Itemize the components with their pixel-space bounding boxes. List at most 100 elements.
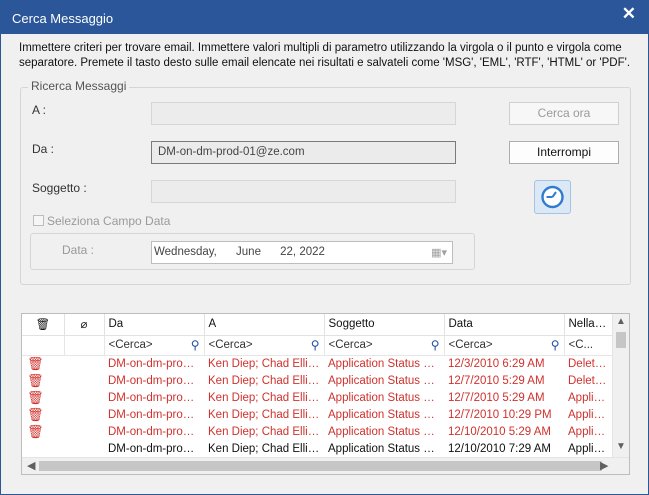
filter-from[interactable]: <Cerca> ⚲ — [104, 335, 205, 356]
date-label: Data : — [62, 243, 95, 257]
cell-to: Ken Diep; Chad Elliso... — [208, 357, 324, 370]
filter-placeholder: <Cerca> — [328, 339, 373, 351]
cell-subject: Application Status Pro... — [328, 425, 444, 438]
cell-date: 12/10/2010 5:29 AM — [448, 425, 551, 438]
subject-field[interactable] — [151, 180, 456, 203]
from-field[interactable]: DM-on-dm-prod-01@ze.com — [151, 141, 456, 164]
results-table: 🗑 ⌀ Da A Soggetto Data Nella Cartella <C… — [22, 314, 613, 457]
cell-date: 12/7/2010 10:29 PM — [448, 408, 552, 421]
filter-cell-empty — [22, 335, 65, 356]
delete-icon[interactable]: 🗑 — [27, 356, 44, 371]
cell-folder: Applicatio — [568, 442, 612, 455]
instructions-text: Immettere criteri per trovare email. Imm… — [19, 42, 631, 69]
scroll-thumb[interactable] — [39, 461, 602, 471]
filter-folder[interactable]: <C... — [564, 335, 613, 356]
attachment-cell — [64, 355, 104, 372]
clock-icon — [541, 185, 564, 209]
filter-subject[interactable]: <Cerca> ⚲ — [324, 335, 445, 356]
filter-date[interactable]: <Cerca> ⚲ — [444, 335, 565, 356]
cell-to: Ken Diep; Chad Elliso... — [208, 425, 324, 438]
column-header-folder[interactable]: Nella Cartella — [564, 314, 613, 336]
attachment-cell — [64, 423, 104, 440]
title-bar: Cerca Messaggio ✕ — [1, 1, 648, 34]
delete-cell: 🗑 — [22, 406, 64, 423]
table-row[interactable]: 🗑 DM-on-dm-prod-0... Ken Diep; Chad Elliso… — [22, 406, 612, 423]
attachment-column-header[interactable]: ⌀ — [64, 314, 105, 336]
delete-icon[interactable]: 🗑 — [27, 390, 44, 405]
scroll-left-icon[interactable]: ◀ — [27, 459, 35, 472]
delete-cell: 🗑 — [22, 423, 64, 440]
delete-column-header[interactable]: 🗑 — [22, 314, 65, 336]
scroll-thumb[interactable] — [616, 332, 626, 348]
table-row[interactable]: 🗑 DM-on-dm-prod-0... Ken Diep; Chad Elliso… — [22, 372, 612, 389]
filter-placeholder: <Cerca> — [108, 339, 153, 351]
filter-placeholder: <C... — [568, 339, 594, 351]
trash-icon: 🗑 — [35, 319, 51, 332]
cell-from: DM-on-dm-prod-0... — [108, 374, 204, 387]
search-icon[interactable]: ⚲ — [431, 338, 440, 352]
cell-from: DM-on-dm-prod-0... — [108, 442, 204, 455]
column-header-from[interactable]: Da — [104, 314, 205, 336]
date-field-checkbox[interactable]: Seleziona Campo Data — [33, 214, 170, 228]
from-label: Da : — [32, 142, 55, 156]
cell-to: Ken Diep; Chad Elliso... — [208, 391, 324, 404]
results-grid: 🗑 ⌀ Da A Soggetto Data Nella Cartella <C… — [21, 313, 630, 475]
cell-from: DM-on-dm-prod-0... — [108, 391, 204, 404]
cell-subject: Application Status Pro... — [328, 391, 444, 404]
date-picker[interactable]: Wednesday, June 22, 2022 ▦▾ — [151, 241, 453, 264]
search-icon[interactable]: ⚲ — [551, 338, 560, 352]
delete-icon[interactable]: 🗑 — [27, 373, 44, 388]
cell-subject: Application Status Pro... — [328, 357, 444, 370]
column-header-date[interactable]: Data — [444, 314, 565, 336]
cell-from: DM-on-dm-prod-0... — [108, 357, 204, 370]
column-header-to[interactable]: A — [204, 314, 325, 336]
cell-folder: Deleted It — [568, 357, 612, 370]
search-now-button[interactable]: Cerca ora — [509, 102, 619, 125]
cell-subject: Application Status Pro... — [328, 408, 444, 421]
search-group-label: Ricerca Messaggi — [28, 79, 130, 93]
scroll-right-icon[interactable]: ▶ — [600, 459, 608, 472]
search-icon[interactable]: ⚲ — [311, 338, 320, 352]
cell-to: Ken Diep; Chad Elliso... — [208, 408, 324, 421]
delete-icon[interactable]: 🗑 — [27, 424, 44, 439]
table-row[interactable]: 🗑 DM-on-dm-prod-0... Ken Diep; Chad Elliso… — [22, 423, 612, 440]
cell-subject: Application Status Pro... — [328, 374, 444, 387]
filter-placeholder: <Cerca> — [448, 339, 493, 351]
cell-to: Ken Diep; Chad Elliso... — [208, 442, 324, 455]
vertical-scrollbar[interactable]: ▲ ▼ — [612, 314, 629, 458]
checkbox-box[interactable] — [33, 215, 44, 226]
delete-cell: 🗑 — [22, 355, 64, 372]
stop-button[interactable]: Interrompi — [509, 141, 619, 164]
scroll-down-icon[interactable]: ▼ — [616, 441, 626, 452]
to-field[interactable] — [151, 102, 456, 125]
date-checkbox-label: Seleziona Campo Data — [47, 214, 171, 228]
filter-to[interactable]: <Cerca> ⚲ — [204, 335, 325, 356]
delete-cell — [22, 440, 64, 457]
column-header-subject[interactable]: Soggetto — [324, 314, 445, 336]
table-row[interactable]: DM-on-dm-prod-0... Ken Diep; Chad Elliso.… — [22, 440, 612, 457]
subject-label: Soggetto : — [32, 181, 87, 195]
attachment-cell — [64, 406, 104, 423]
delete-icon[interactable]: 🗑 — [27, 407, 44, 422]
cell-folder: Applicatio — [568, 408, 612, 421]
scroll-up-icon[interactable]: ▲ — [616, 316, 626, 327]
close-icon[interactable]: ✕ — [622, 4, 636, 24]
horizontal-scrollbar[interactable]: ◀ ▶ — [22, 457, 629, 474]
date-value: Wednesday, June 22, 2022 — [154, 246, 325, 258]
search-message-dialog: Cerca Messaggio ✕ Immettere criteri per … — [0, 0, 649, 495]
cell-date: 12/7/2010 5:29 AM — [448, 391, 545, 404]
clock-button[interactable] — [534, 180, 571, 214]
window-title: Cerca Messaggio — [12, 11, 114, 26]
cell-date: 12/3/2010 6:29 AM — [448, 357, 545, 370]
search-icon[interactable]: ⚲ — [191, 338, 200, 352]
table-row[interactable]: 🗑 DM-on-dm-prod-0... Ken Diep; Chad Elliso… — [22, 355, 612, 372]
table-row[interactable]: 🗑 DM-on-dm-prod-0... Ken Diep; Chad Elliso… — [22, 389, 612, 406]
cell-folder: Applicatio — [568, 425, 612, 438]
cell-date: 12/10/2010 7:29 AM — [448, 442, 551, 455]
calendar-dropdown-icon[interactable]: ▦▾ — [431, 246, 447, 259]
filter-placeholder: <Cerca> — [208, 339, 253, 351]
attachment-cell — [64, 440, 104, 457]
cell-subject: Application Status Pro... — [328, 442, 444, 455]
cell-to: Ken Diep; Chad Elliso... — [208, 374, 324, 387]
cell-from: DM-on-dm-prod-0... — [108, 425, 204, 438]
